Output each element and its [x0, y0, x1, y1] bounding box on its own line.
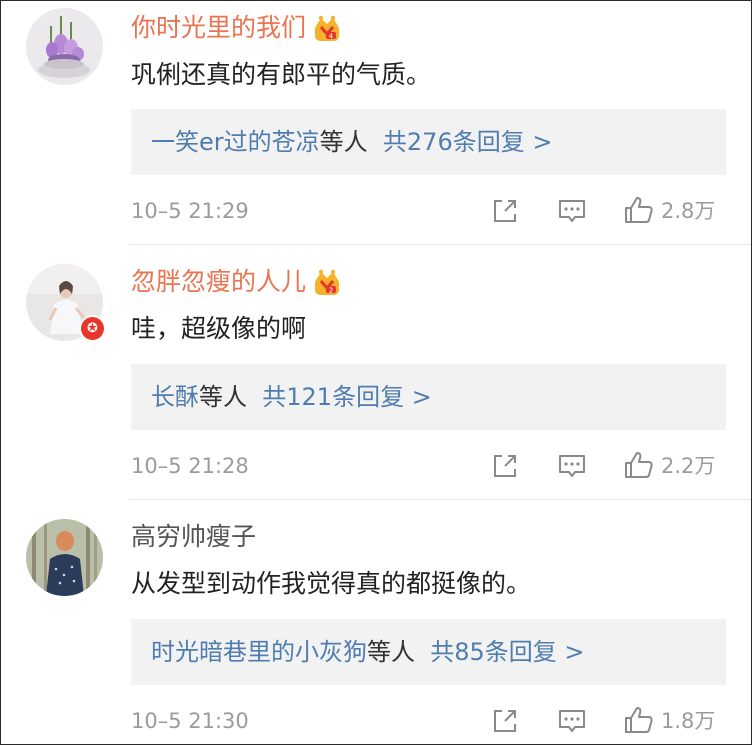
timestamp: 10–5 21:29 [131, 199, 249, 223]
comment-button[interactable] [557, 452, 587, 480]
thumbs-up-icon [625, 197, 653, 223]
comment-item: 你时光里的我们 4 巩俐还真的有郎平的气质。 一笑er过的苍凉等人 共276条回… [1, 1, 751, 244]
share-icon [494, 200, 516, 222]
like-count: 2.8万 [661, 199, 716, 223]
thumbs-up-icon [625, 452, 653, 478]
reply-count-link[interactable]: 共276条回复 > [383, 128, 553, 156]
timestamp: 10–5 21:28 [131, 454, 249, 478]
reply-users[interactable]: 一笑er过的苍凉 [151, 128, 320, 156]
username[interactable]: 你时光里的我们 4 [131, 13, 342, 43]
avatar[interactable] [26, 519, 103, 596]
verified-badge-icon: ✪ [81, 317, 104, 340]
comment-icon [559, 200, 585, 222]
like-button[interactable]: 2.2万 [623, 450, 715, 480]
reply-users[interactable]: 长酥 [151, 383, 199, 411]
svg-text:4: 4 [329, 33, 334, 41]
reply-count-link[interactable]: 共85条回复 > [430, 638, 584, 666]
verified-badge: ✪ [79, 315, 106, 342]
comment-text: 巩俐还真的有郎平的气质。 [131, 60, 432, 89]
reply-summary[interactable]: 时光暗巷里的小灰狗等人 共85条回复 > [131, 619, 726, 685]
thumbs-up-icon [625, 707, 653, 733]
timestamp: 10–5 21:30 [131, 709, 249, 733]
username-text[interactable]: 高穷帅瘦子 [131, 522, 256, 552]
vip-crown-icon: 2 [312, 268, 342, 296]
comment-text: 从发型到动作我觉得真的都挺像的。 [131, 569, 532, 598]
comment-button[interactable] [557, 197, 587, 225]
reply-summary[interactable]: 一笑er过的苍凉等人 共276条回复 > [131, 109, 726, 175]
reply-suffix: 等人 [199, 383, 247, 411]
comment-button[interactable] [557, 707, 587, 735]
reply-suffix: 等人 [319, 128, 368, 156]
share-icon [494, 710, 516, 732]
comment-item: ✪ 忽胖忽瘦的人儿 2 哇，超级像的啊 长酥等人 共121条回复 > 10–5 … [1, 245, 751, 499]
share-button[interactable] [491, 197, 519, 225]
reply-count-link[interactable]: 共121条回复 > [262, 383, 432, 411]
comment-item: 高穷帅瘦子 从发型到动作我觉得真的都挺像的。 时光暗巷里的小灰狗等人 共85条回… [1, 500, 751, 745]
vip-crown-icon: 4 [312, 14, 342, 42]
svg-text:2: 2 [329, 287, 333, 295]
username-text[interactable]: 你时光里的我们 [131, 13, 306, 43]
comment-text: 哇，超级像的啊 [131, 314, 307, 343]
comment-icon [559, 455, 585, 477]
comment-icon [559, 710, 585, 732]
share-icon [494, 455, 516, 477]
like-count: 2.2万 [661, 454, 716, 478]
reply-suffix: 等人 [367, 638, 415, 666]
like-button[interactable]: 1.8万 [623, 705, 715, 735]
like-count: 1.8万 [661, 709, 716, 733]
reply-summary[interactable]: 长酥等人 共121条回复 > [131, 364, 726, 430]
username[interactable]: 忽胖忽瘦的人儿 2 [131, 267, 342, 297]
share-button[interactable] [491, 707, 519, 735]
username[interactable]: 高穷帅瘦子 [131, 522, 256, 552]
share-button[interactable] [491, 452, 519, 480]
like-button[interactable]: 2.8万 [623, 195, 715, 225]
avatar[interactable] [26, 8, 103, 85]
username-text[interactable]: 忽胖忽瘦的人儿 [131, 267, 306, 297]
reply-users[interactable]: 时光暗巷里的小灰狗 [151, 638, 367, 666]
